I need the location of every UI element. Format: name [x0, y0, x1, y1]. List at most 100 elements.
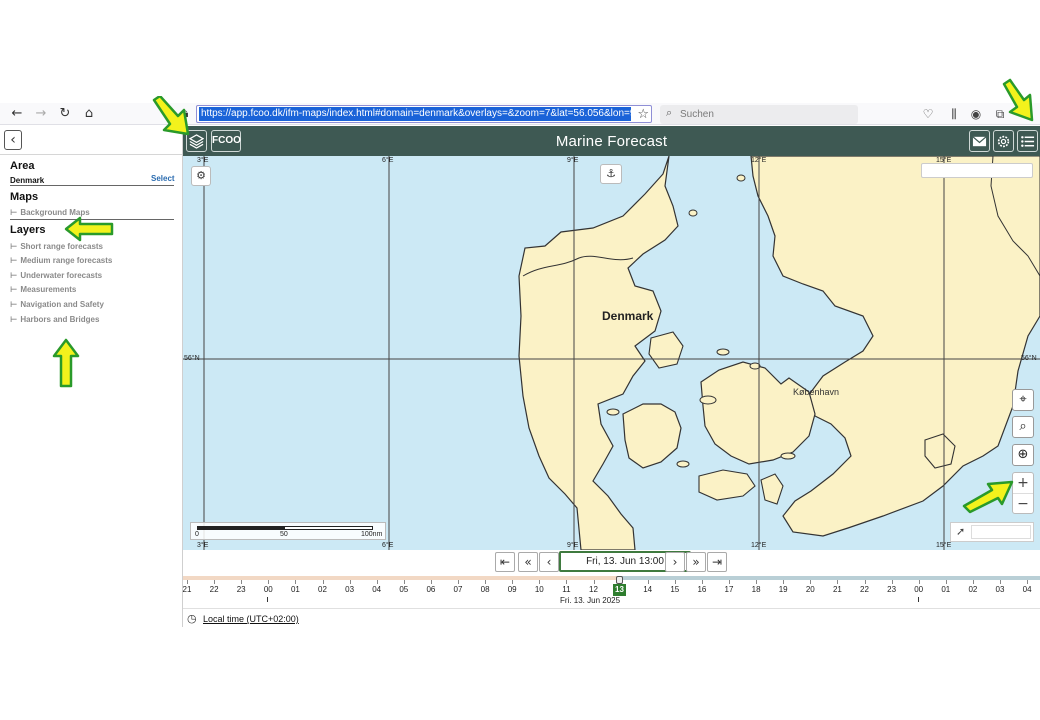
settings-button[interactable]: [993, 130, 1014, 152]
page-title: Marine Forecast: [555, 133, 668, 150]
home-icon[interactable]: ⌂: [80, 105, 98, 123]
timeline-handle[interactable]: [616, 576, 623, 584]
sidebar-item-background-maps[interactable]: ⊢ Background Maps: [10, 208, 90, 217]
area-heading: Area: [10, 160, 35, 172]
hour-tick: [783, 580, 785, 584]
local-time-link[interactable]: Local time (UTC+02:00): [203, 614, 299, 624]
location-pin-button[interactable]: ⌖: [1012, 389, 1034, 411]
bookmark-star-icon[interactable]: ☆: [637, 106, 649, 122]
day-tick: [267, 597, 268, 602]
hour-label[interactable]: 08: [475, 585, 495, 594]
select-area-link[interactable]: Select: [151, 174, 175, 183]
sidebar-item-label: Measurements: [20, 285, 77, 294]
map-view[interactable]: 3°E 6°E 9°E 12°E 15°E 3°E 6°E 9°E 12°E 1…: [183, 156, 1040, 550]
scale-bar: 0 50 100nm: [190, 522, 386, 540]
land-sweden: [750, 156, 1040, 537]
hour-label[interactable]: 03: [990, 585, 1010, 594]
hour-label[interactable]: 03: [340, 585, 360, 594]
hour-tick: [864, 580, 866, 584]
lon-label: 3°E: [197, 157, 209, 164]
browser-search-input[interactable]: ⌕ Suchen: [660, 105, 858, 124]
timeline-current-hour[interactable]: 13: [613, 584, 626, 596]
map-search-button[interactable]: ⌕: [1012, 416, 1034, 438]
map-layer-settings-button[interactable]: ⚙: [191, 166, 211, 186]
back-arrow-icon[interactable]: ←: [8, 105, 26, 123]
timeline-date: Fri. 13. Jun 2025: [560, 596, 621, 605]
hour-tick: [376, 580, 378, 584]
hour-label[interactable]: 02: [963, 585, 983, 594]
sidebar-item-navigation-safety[interactable]: ⊢ Navigation and Safety: [10, 300, 104, 309]
hour-label[interactable]: 06: [421, 585, 441, 594]
hour-label[interactable]: 17: [719, 585, 739, 594]
hour-label[interactable]: 19: [773, 585, 793, 594]
reload-icon[interactable]: ↻: [56, 105, 74, 123]
my-position-button[interactable]: ⊕: [1012, 444, 1034, 466]
hour-label[interactable]: 11: [556, 585, 576, 594]
forward-arrow-icon[interactable]: →: [32, 105, 50, 123]
forward-button[interactable]: »: [686, 552, 706, 572]
crosshair-icon: ⊕: [1017, 447, 1029, 462]
hour-tick: [430, 580, 432, 584]
hour-label[interactable]: 16: [692, 585, 712, 594]
sidebar-item-label: Short range forecasts: [20, 242, 104, 251]
sidebar-item-label: Background Maps: [20, 208, 90, 217]
account-icon[interactable]: ◉: [968, 106, 984, 122]
zoom-out-button[interactable]: −: [1013, 493, 1033, 513]
rewind-button[interactable]: «: [518, 552, 538, 572]
hour-tick: [756, 580, 758, 584]
hour-label[interactable]: 09: [502, 585, 522, 594]
sidebar-item-short-range[interactable]: ⊢ Short range forecasts: [10, 242, 103, 251]
anchor-icon: ⚓︎: [606, 167, 616, 180]
hour-label[interactable]: 18: [746, 585, 766, 594]
hour-label[interactable]: 04: [367, 585, 387, 594]
hour-label[interactable]: 01: [285, 585, 305, 594]
hour-label[interactable]: 12: [584, 585, 604, 594]
hour-label[interactable]: 02: [313, 585, 333, 594]
first-time-button[interactable]: ⇤: [495, 552, 515, 572]
pocket-icon[interactable]: ♡: [920, 106, 936, 122]
sidebar-item-harbors-bridges[interactable]: ⊢ Harbors and Bridges: [10, 315, 99, 324]
hour-label[interactable]: 14: [638, 585, 658, 594]
last-time-button[interactable]: ⇥: [707, 552, 727, 572]
extensions-icon[interactable]: ⧉: [992, 106, 1008, 122]
hour-tick: [322, 580, 324, 584]
hour-label[interactable]: 00: [258, 585, 278, 594]
hour-label[interactable]: 21: [827, 585, 847, 594]
zoom-in-button[interactable]: +: [1013, 473, 1033, 493]
next-time-button[interactable]: ›: [665, 552, 685, 572]
hour-tick: [485, 580, 487, 584]
sidebar-item-medium-range[interactable]: ⊢ Medium range forecasts: [10, 256, 112, 265]
hour-label[interactable]: 10: [529, 585, 549, 594]
hour-label[interactable]: 07: [448, 585, 468, 594]
sidebar-back-button[interactable]: ‹: [4, 130, 22, 150]
collapse-arrow-icon: ⊢: [10, 208, 18, 217]
hour-label[interactable]: 05: [394, 585, 414, 594]
timeline[interactable]: 21 22 23 00 01 02 03 04 05 06 07 08 09 10 11 12 14 15 16 17…: [183, 576, 1040, 608]
hour-label[interactable]: 04: [1017, 585, 1037, 594]
sidebar-item-label: Underwater forecasts: [20, 271, 103, 280]
url-text: https://app.fcoo.dk/ifm-maps/index.html#…: [199, 107, 631, 121]
previous-time-button[interactable]: ‹: [539, 552, 559, 572]
hour-label[interactable]: 00: [909, 585, 929, 594]
zoom-control: + −: [1012, 472, 1034, 514]
hour-tick: [566, 580, 568, 584]
message-button[interactable]: [969, 130, 990, 152]
hour-label[interactable]: 15: [665, 585, 685, 594]
hour-label[interactable]: 01: [936, 585, 956, 594]
hour-label[interactable]: 20: [800, 585, 820, 594]
library-icon[interactable]: ⫼: [946, 106, 962, 122]
anchor-button[interactable]: ⚓︎: [600, 164, 622, 184]
hour-label[interactable]: 23: [231, 585, 251, 594]
url-bar[interactable]: https://app.fcoo.dk/ifm-maps/index.html#…: [196, 105, 652, 123]
scale-label-end: 100nm: [361, 531, 383, 538]
lon-label: 3°E: [197, 542, 209, 549]
timeline-future: [619, 576, 1040, 580]
hour-label[interactable]: 21: [177, 585, 197, 594]
hour-label[interactable]: 23: [882, 585, 902, 594]
scale-bar-graphic: [197, 526, 373, 530]
sidebar-item-underwater[interactable]: ⊢ Underwater forecasts: [10, 271, 102, 280]
hour-label[interactable]: 22: [204, 585, 224, 594]
sidebar-item-measurements[interactable]: ⊢ Measurements: [10, 285, 76, 294]
menu-list-button[interactable]: [1017, 130, 1038, 152]
hour-label[interactable]: 22: [855, 585, 875, 594]
